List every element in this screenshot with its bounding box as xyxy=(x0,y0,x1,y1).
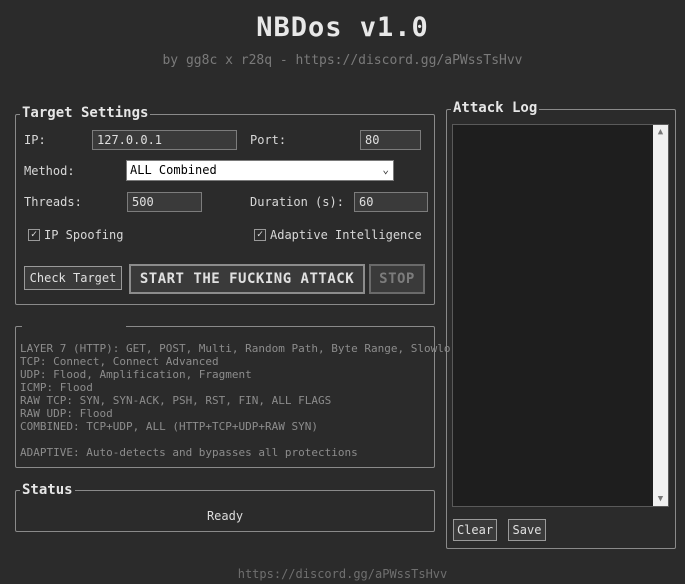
chevron-down-icon: ⌄ xyxy=(382,163,389,176)
adaptive-intelligence-label[interactable]: Adaptive Intelligence xyxy=(270,228,422,242)
duration-input[interactable]: 60 xyxy=(354,192,428,212)
info-line: UDP: Flood, Amplification, Fragment xyxy=(20,368,252,381)
attack-log-textarea[interactable]: ▲ ▼ xyxy=(452,124,669,507)
adaptive-intelligence-checkbox[interactable]: ✓ xyxy=(254,229,266,241)
port-label: Port: xyxy=(250,133,287,147)
ip-input[interactable]: 127.0.0.1 xyxy=(92,130,237,150)
port-input[interactable]: 80 xyxy=(360,130,421,150)
app-title: NBDos v1.0 xyxy=(256,12,429,43)
method-select-value: ALL Combined xyxy=(130,163,217,177)
info-line: LAYER 7 (HTTP): GET, POST, Multi, Random… xyxy=(20,342,471,355)
info-line: ADAPTIVE: Auto-detects and bypasses all … xyxy=(20,446,358,459)
target-settings-legend: Target Settings xyxy=(20,105,151,121)
attack-log-legend: Attack Log xyxy=(451,100,540,116)
scroll-down-arrow-icon[interactable]: ▼ xyxy=(653,492,668,506)
status-legend: Status xyxy=(20,482,75,498)
method-select[interactable]: ALL Combined ⌄ xyxy=(126,160,394,181)
app-subtitle: by gg8c x r28q - https://discord.gg/aPWs… xyxy=(162,53,523,68)
duration-label: Duration (s): xyxy=(250,195,344,209)
info-line: TCP: Connect, Connect Advanced xyxy=(20,355,219,368)
ip-label: IP: xyxy=(24,133,46,147)
footer-link[interactable]: https://discord.gg/aPWssTsHvv xyxy=(0,567,685,581)
info-line: RAW TCP: SYN, SYN-ACK, PSH, RST, FIN, AL… xyxy=(20,394,332,407)
ip-spoofing-checkbox[interactable]: ✓ xyxy=(28,229,40,241)
threads-label: Threads: xyxy=(24,195,82,209)
info-line: RAW UDP: Flood xyxy=(20,407,113,420)
info-line: COMBINED: TCP+UDP, ALL (HTTP+TCP+UDP+RAW… xyxy=(20,420,319,433)
start-attack-button[interactable]: START THE FUCKING ATTACK xyxy=(129,264,365,294)
info-line: ICMP: Flood xyxy=(20,381,93,394)
scroll-up-arrow-icon[interactable]: ▲ xyxy=(653,125,668,139)
info-legend xyxy=(22,321,126,331)
method-label: Method: xyxy=(24,164,75,178)
stop-button[interactable]: STOP xyxy=(369,264,425,294)
clear-log-button[interactable]: Clear xyxy=(453,519,497,541)
save-log-button[interactable]: Save xyxy=(508,519,546,541)
log-scrollbar[interactable]: ▲ ▼ xyxy=(653,125,668,506)
status-text: Ready xyxy=(206,509,244,523)
check-target-button[interactable]: Check Target xyxy=(24,266,122,290)
threads-input[interactable]: 500 xyxy=(127,192,202,212)
ip-spoofing-label[interactable]: IP Spoofing xyxy=(44,228,123,242)
